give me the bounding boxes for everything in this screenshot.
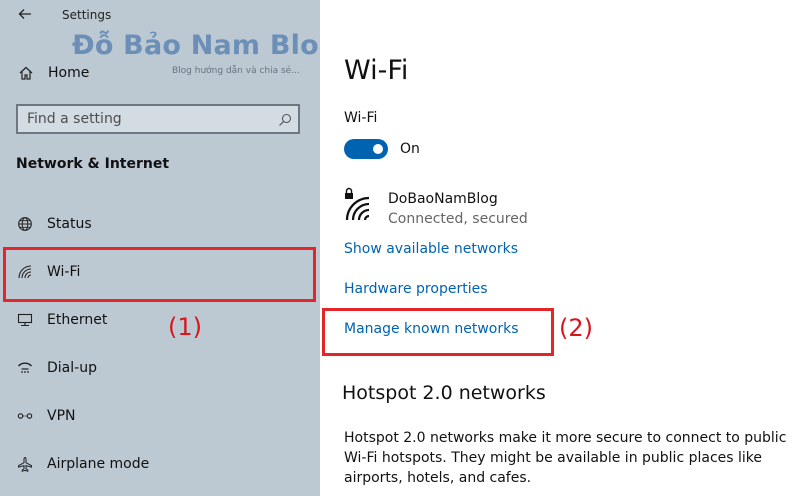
sidebar-item-ethernet[interactable]: Ethernet [16,309,107,331]
search-icon[interactable] [278,112,292,126]
toggle-knob [373,144,383,154]
toggle-state-label: On [400,141,420,157]
home-label: Home [48,65,90,81]
show-available-networks-link[interactable]: Show available networks [344,241,518,257]
secured-wifi-icon [344,186,378,226]
sidebar-item-vpn[interactable]: VPN [16,405,76,427]
hotspot-description: Hotspot 2.0 networks make it more secure… [344,430,787,486]
back-arrow-icon[interactable] [14,5,36,27]
search-placeholder: Find a setting [27,111,122,127]
wifi-toggle-label: Wi-Fi [344,110,378,126]
ethernet-icon [16,311,34,329]
sidebar-item-airplane-mode[interactable]: Airplane mode [16,453,149,475]
sidebar-item-status[interactable]: Status [16,213,92,235]
sidebar-item-label: Airplane mode [47,456,150,472]
annotation-label-2: (2) [559,314,593,342]
sidebar: Settings Đỗ Bảo Nam Blog Blog hướng dẫn … [0,0,338,496]
home-icon [16,65,36,81]
section-title: Network & Internet [16,156,170,172]
watermark-subtitle: Blog hướng dẫn và chia sẻ... [172,66,300,76]
title-bar: Settings [0,0,320,34]
dialup-icon [16,359,34,377]
airplane-icon [16,455,34,473]
page-title: Wi-Fi [344,55,409,86]
main-content: Wi-Fi Wi-Fi On DoBaoNamBlog Connected, s… [320,0,812,496]
annotation-box-2 [322,308,554,356]
sidebar-item-label: Dial-up [47,360,97,376]
sidebar-item-label: Ethernet [47,312,108,328]
sidebar-item-label: Status [47,216,92,232]
globe-icon [16,215,34,233]
annotation-label-1: (1) [168,313,202,341]
vpn-icon [16,407,34,425]
network-name[interactable]: DoBaoNamBlog [388,191,498,207]
home-nav-item[interactable]: Home [16,62,89,84]
hardware-properties-link[interactable]: Hardware properties [344,281,488,297]
sidebar-item-label: VPN [47,408,76,424]
search-input[interactable]: Find a setting [16,104,300,134]
app-title: Settings [62,8,112,22]
hotspot-section-title: Hotspot 2.0 networks [342,382,546,404]
watermark-title: Đỗ Bảo Nam Blog [72,30,339,61]
sidebar-item-dialup[interactable]: Dial-up [16,357,97,379]
network-status: Connected, secured [388,211,528,227]
wifi-toggle[interactable] [344,139,388,159]
annotation-box-1 [3,247,316,302]
